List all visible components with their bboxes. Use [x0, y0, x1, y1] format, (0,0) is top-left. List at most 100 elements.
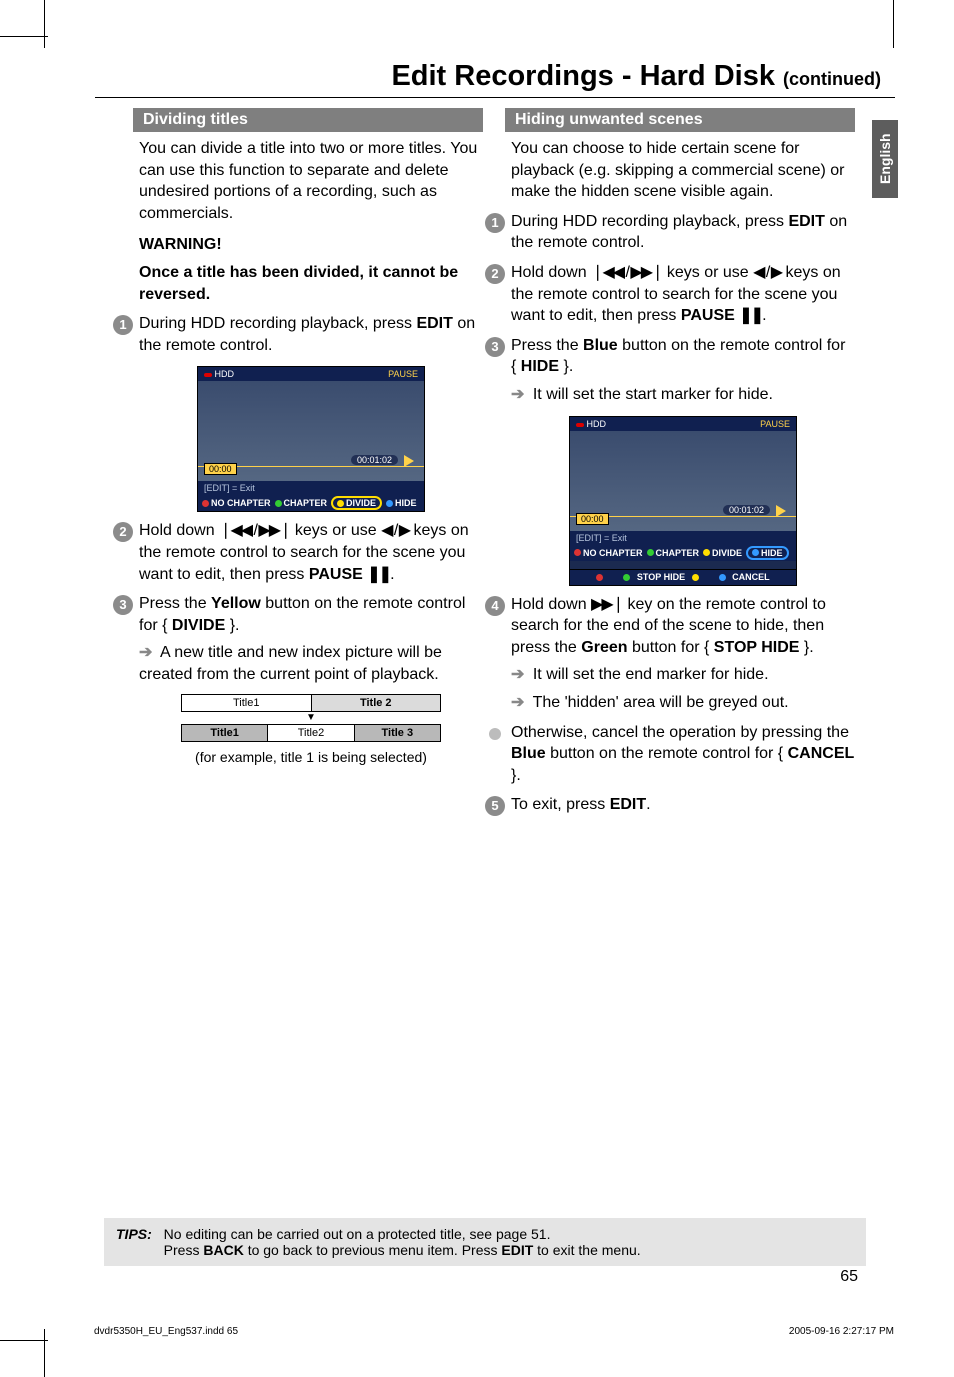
ss-top-bar: HDD PAUSE	[570, 417, 796, 431]
section-dividing-titles: Dividing titles	[133, 108, 483, 132]
left-column: Dividing titles You can divide a title i…	[139, 108, 483, 822]
edit-key: EDIT	[416, 315, 452, 332]
footer-file: dvdr5350H_EU_Eng537.indd 65	[94, 1326, 238, 1337]
left-step-2: 2 Hold down ❘◀◀ / ▶▶❘ keys or use ◀ / ▶ …	[139, 520, 483, 585]
crop-mark-top-left	[0, 0, 60, 60]
right-step-3: 3 Press the Blue button on the remote co…	[511, 335, 855, 406]
divide-button: DIVIDE	[703, 548, 742, 558]
chapter-button: CHAPTER	[275, 498, 328, 508]
record-icon	[576, 423, 584, 427]
diagram-title1b: Title1	[182, 725, 268, 741]
title-main-text: Edit Recordings - Hard Disk	[391, 60, 783, 92]
edit-key: EDIT	[501, 1242, 533, 1258]
hiding-intro: You can choose to hide certain scene for…	[511, 138, 855, 203]
diagram-title2b: Title2	[268, 725, 354, 741]
pause-icon: ❚❚	[739, 307, 762, 324]
stop-hide-key: STOP HIDE	[714, 639, 800, 656]
diagram-title2: Title 2	[312, 695, 441, 711]
divide-button-highlighted: DIVIDE	[331, 496, 382, 510]
footer-meta: dvdr5350H_EU_Eng537.indd 65 2005-09-16 2…	[94, 1326, 894, 1337]
green-key: Green	[581, 639, 627, 656]
right-step-2: 2 Hold down ❘◀◀ / ▶▶❘ keys or use ◀ / ▶ …	[511, 262, 855, 327]
blue-dot-icon	[386, 500, 393, 507]
t: To exit, press	[511, 796, 610, 813]
hide-button-highlighted: HIDE	[746, 546, 789, 560]
t: keys or use	[290, 522, 381, 539]
right-step-3-text: Press the Blue button on the remote cont…	[511, 335, 855, 378]
t: button for {	[628, 639, 714, 656]
tips-line-1: No editing can be carried out on a prote…	[164, 1226, 551, 1242]
red-dot-icon	[202, 500, 209, 507]
crop-mark-bottom-left	[0, 1317, 60, 1377]
diagram-title3: Title 3	[355, 725, 440, 741]
section-hiding-scenes: Hiding unwanted scenes	[505, 108, 855, 132]
dividing-intro: You can divide a title into two or more …	[139, 138, 483, 224]
blue-dot-icon	[752, 549, 759, 556]
color-button-row-2: STOP HIDE CANCEL	[570, 569, 796, 585]
blue-dot-icon	[719, 574, 726, 581]
pause-key: PAUSE	[309, 566, 367, 583]
bullet-icon	[489, 728, 501, 740]
t: }.	[559, 358, 573, 375]
diagram-title1: Title1	[182, 695, 312, 711]
right-step-4-result-2: The 'hidden' area will be greyed out.	[511, 692, 855, 714]
left-step-1: 1 During HDD recording playback, press E…	[139, 313, 483, 356]
t: During HDD recording playback, press	[511, 213, 788, 230]
footer-timestamp: 2005-09-16 2:27:17 PM	[789, 1326, 894, 1337]
down-arrow-icon: ▼	[181, 712, 441, 724]
t: }.	[511, 767, 521, 784]
title-continued: (continued)	[783, 69, 881, 89]
edit-exit-hint: [EDIT] = Exit	[198, 481, 424, 495]
blue-key: Blue	[583, 337, 618, 354]
ss-top-bar: HDD PAUSE	[198, 367, 424, 381]
divide-key: DIVIDE	[172, 617, 225, 634]
right-step-5-text: To exit, press EDIT.	[511, 794, 855, 816]
hide-button: HIDE	[386, 498, 417, 508]
pause-icon: ❚❚	[367, 566, 390, 583]
chapter-button: CHAPTER	[647, 548, 700, 558]
t: .	[646, 796, 650, 813]
green-dot-icon	[623, 574, 630, 581]
right-step-4-text: Hold down ▶▶❘ key on the remote control …	[511, 594, 855, 659]
no-chapter-button: NO CHAPTER	[574, 548, 643, 558]
red-dot-icon	[596, 574, 603, 581]
t: Press the	[511, 337, 583, 354]
no-chapter-button: NO CHAPTER	[202, 498, 271, 508]
step-number-icon: 3	[485, 337, 505, 357]
left-step-3-text: Press the Yellow button on the remote co…	[139, 593, 483, 636]
t: to exit the menu.	[533, 1242, 640, 1258]
left-step-1-text: During HDD recording playback, press EDI…	[139, 313, 483, 356]
left-right-icon: ◀ / ▶	[381, 522, 409, 539]
step-number-icon: 3	[113, 595, 133, 615]
play-icon	[776, 505, 786, 517]
hide-key: HIDE	[521, 358, 559, 375]
diagram-caption: (for example, title 1 is being selected)	[139, 748, 483, 767]
next-icon: ▶▶❘	[591, 596, 623, 613]
t: to go back to previous menu item. Press	[244, 1242, 502, 1258]
time-pill: 00:01:02	[351, 455, 398, 465]
step-number-icon: 5	[485, 796, 505, 816]
right-step-5: 5 To exit, press EDIT.	[511, 794, 855, 816]
back-key: BACK	[203, 1242, 243, 1258]
warning-body: Once a title has been divided, it cannot…	[139, 262, 483, 305]
title-split-diagram: Title1 Title 2 ▼ Title1 Title2 Title 3	[181, 694, 441, 742]
t: keys or use	[662, 264, 753, 281]
step-number-icon: 2	[485, 264, 505, 284]
timecode-start: 00:00	[576, 513, 609, 525]
ss-preview: 00:01:02 00:00	[570, 431, 796, 531]
right-step-2-text: Hold down ❘◀◀ / ▶▶❘ keys or use ◀ / ▶ ke…	[511, 262, 855, 327]
edit-key: EDIT	[788, 213, 824, 230]
yellow-dot-icon	[703, 549, 710, 556]
warning-head: WARNING!	[139, 234, 483, 256]
green-dot-icon	[647, 549, 654, 556]
t: During HDD recording playback, press	[139, 315, 416, 332]
stop-hide-button: STOP HIDE	[623, 572, 698, 582]
yellow-dot-icon	[337, 500, 344, 507]
yellow-dot-icon	[692, 574, 699, 581]
hdd-label: HDD	[215, 369, 235, 379]
diagram-row-before: Title1 Title 2	[181, 694, 441, 712]
right-step-4-result-1: It will set the end marker for hide.	[511, 664, 855, 686]
hdd-label: HDD	[587, 419, 607, 429]
t: Hold down	[511, 596, 591, 613]
step-number-icon: 4	[485, 596, 505, 616]
